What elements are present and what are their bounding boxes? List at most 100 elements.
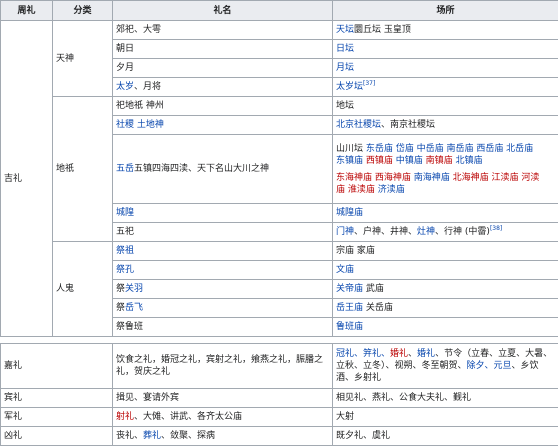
link-text[interactable]: 太岁坛 — [336, 82, 363, 92]
rite-name-cell: 太岁、月将 — [113, 78, 333, 97]
cell-line: 庙 淮渎庙 济渎庙 — [336, 184, 555, 196]
header-venue: 场所 — [333, 1, 558, 21]
link-text[interactable]: 鲁班庙 — [336, 322, 363, 332]
link-text[interactable]: 关帝庙 — [336, 284, 363, 294]
link-text[interactable]: 东海神庙 西海神庙 — [336, 173, 414, 183]
text-run: 夕月 — [116, 63, 134, 73]
link-text[interactable]: 冠礼、笄礼、 — [336, 349, 390, 359]
table-row: 人鬼祭祖宗庙 家庙 — [1, 242, 558, 261]
text-run: 揖见、宴请外宾 — [116, 393, 179, 403]
venue-cell: 文庙 — [333, 261, 558, 280]
venue-cell: 岳王庙 关岳庙 — [333, 299, 558, 318]
link-text[interactable]: 北镇庙 — [456, 156, 483, 166]
cell-line: 冠礼、笄礼、婚礼、婚礼、节令（立春、立夏、大暑、 — [336, 348, 555, 360]
link-text[interactable]: 天坛 — [336, 25, 354, 35]
link-text[interactable]: 南海神庙 — [414, 173, 453, 183]
rite-name-cell: 朝日 — [113, 40, 333, 59]
venue-cell: 月坛 — [333, 59, 558, 78]
link-text[interactable]: 东镇庙 — [336, 156, 366, 166]
citation-ref[interactable]: [37] — [363, 80, 375, 87]
zhouli-cell: 凶礼 — [1, 427, 113, 446]
spacer-cell — [1, 337, 558, 344]
link-text[interactable]: 灶神 — [417, 227, 435, 237]
text-run: 、 — [408, 349, 417, 359]
rite-name-cell: 祭孔 — [113, 261, 333, 280]
text-run: 、户神、井神、 — [354, 227, 417, 237]
rite-name-cell: 夕月 — [113, 59, 333, 78]
link-text[interactable]: 月坛 — [336, 63, 354, 73]
header-row: 周礼 分类 礼名 场所 — [1, 1, 558, 21]
venue-cell: 门神、户神、井神、灶神、行神 (中霤)[38] — [333, 223, 558, 242]
header-rite-name: 礼名 — [113, 1, 333, 21]
text-run: 地坛 — [336, 101, 354, 111]
link-text[interactable]: 关羽 — [125, 284, 143, 294]
link-text[interactable]: 文庙 — [336, 265, 354, 275]
link-text[interactable]: 岳飞 — [125, 303, 143, 313]
rite-name-cell: 社稷 土地神 — [113, 116, 333, 135]
link-text[interactable]: 婚礼 — [417, 349, 435, 359]
link-text[interactable]: 五岳 — [116, 164, 134, 174]
rite-name-cell: 丧礼、葬礼、敛聚、探病 — [113, 427, 333, 446]
text-run: 祭 — [116, 303, 125, 313]
rite-name-cell: 祭祖 — [113, 242, 333, 261]
link-text[interactable]: 城隍庙 — [336, 208, 363, 218]
table-row: 宾礼揖见、宴请外宾 相见礼、燕礼、公食大夫礼、觐礼 — [1, 389, 558, 408]
text-run: 相见礼、燕礼、公食大夫礼、觐礼 — [336, 393, 471, 403]
text-run: 、月将 — [134, 82, 161, 92]
text-run: 关岳庙 — [363, 303, 393, 313]
link-text[interactable]: 北海神庙 江渎庙 河渎 — [453, 173, 540, 183]
rite-name-cell: 五岳五镇四海四渎、天下名山大川之神 — [113, 135, 333, 204]
link-text[interactable]: 太岁 — [116, 82, 134, 92]
link-text[interactable]: 西镇庙 — [366, 156, 396, 166]
text-run: 祭鲁班 — [116, 322, 143, 332]
text-run: 、敛聚、探病 — [161, 431, 215, 441]
rite-name-cell: 城隍 — [113, 204, 333, 223]
link-text[interactable]: 中镇庙 — [396, 156, 426, 166]
link-text[interactable]: 祭孔 — [116, 265, 134, 275]
link-text[interactable]: 门神 — [336, 227, 354, 237]
rites-table: 周礼 分类 礼名 场所 吉礼天神郊祀、大雩天坛圜丘坛 玉皇顶朝日日坛夕月月坛太岁… — [0, 0, 558, 446]
link-text[interactable]: 日坛 — [336, 44, 354, 54]
link-text[interactable]: 社稷 土地神 — [116, 120, 164, 130]
link-text[interactable]: 北京社稷坛 — [336, 120, 381, 130]
spacer-row — [1, 337, 558, 344]
link-text[interactable]: 东岳庙 岱庙 中岳庙 南岳庙 西岳庙 北岳庙 — [366, 144, 533, 154]
venue-cell: 冠礼、笄礼、婚礼、婚礼、节令（立春、立夏、大暑、立秋、立冬）、视朔、冬至朝贺、除… — [333, 344, 558, 389]
category-cell: 天神 — [53, 21, 113, 97]
venue-cell: 日坛 — [333, 40, 558, 59]
venue-cell: 太岁坛[37] — [333, 78, 558, 97]
rite-name-cell: 祭关羽 — [113, 280, 333, 299]
text-run: 宗庙 家庙 — [336, 246, 375, 256]
cell-line: 立秋、立冬）、视朔、冬至朝贺、除夕、元旦、乡饮 — [336, 360, 555, 372]
link-text[interactable]: 庙 淮渎庙 — [336, 185, 378, 195]
text-run: 五镇四海四渎、天下名山大川之神 — [134, 164, 269, 174]
venue-cell: 关帝庙 武庙 — [333, 280, 558, 299]
text-run: 五祀 — [116, 227, 134, 237]
link-text[interactable]: 除夕、元旦 — [467, 361, 512, 371]
text-run: 、南京社稷坛 — [381, 120, 435, 130]
text-run: 酒、乡射礼 — [336, 373, 381, 383]
venue-cell: 城隍庙 — [333, 204, 558, 223]
link-text[interactable]: 婚礼 — [390, 349, 408, 359]
link-text[interactable]: 祭祖 — [116, 246, 134, 256]
rite-name-cell: 五祀 — [113, 223, 333, 242]
rite-name-cell: 祀地祇 神州 — [113, 97, 333, 116]
table-row: 军礼射礼、大傩、讲武、各齐太公庙大射 — [1, 408, 558, 427]
cell-line: 山川坛 东岳庙 岱庙 中岳庙 南岳庙 西岳庙 北岳庙 — [336, 143, 555, 155]
link-text[interactable]: 岳王庙 — [336, 303, 363, 313]
link-text[interactable]: 南镇庙 — [426, 156, 456, 166]
header-category: 分类 — [53, 1, 113, 21]
text-run: 饮食之礼，婚冠之礼，宾射之礼，飨燕之礼，脤膰之礼，贺庆之礼 — [116, 355, 323, 377]
rite-name-cell: 饮食之礼，婚冠之礼，宾射之礼，飨燕之礼，脤膰之礼，贺庆之礼 — [113, 344, 333, 389]
text-run: 既夕礼、虞礼 — [336, 431, 390, 441]
zhouli-cell: 宾礼 — [1, 389, 113, 408]
text-run: 圜丘坛 玉皇顶 — [354, 25, 411, 35]
link-text[interactable]: 葬礼 — [143, 431, 161, 441]
citation-ref[interactable]: [38] — [490, 225, 502, 232]
table-row: 嘉礼饮食之礼，婚冠之礼，宾射之礼，飨燕之礼，脤膰之礼，贺庆之礼冠礼、笄礼、婚礼、… — [1, 344, 558, 389]
link-text[interactable]: 城隍 — [116, 208, 134, 218]
link-text[interactable]: 济渎庙 — [378, 185, 405, 195]
text-run: 郊祀、大雩 — [116, 25, 161, 35]
text-run: 山川坛 — [336, 144, 366, 154]
venue-cell: 大射 — [333, 408, 558, 427]
